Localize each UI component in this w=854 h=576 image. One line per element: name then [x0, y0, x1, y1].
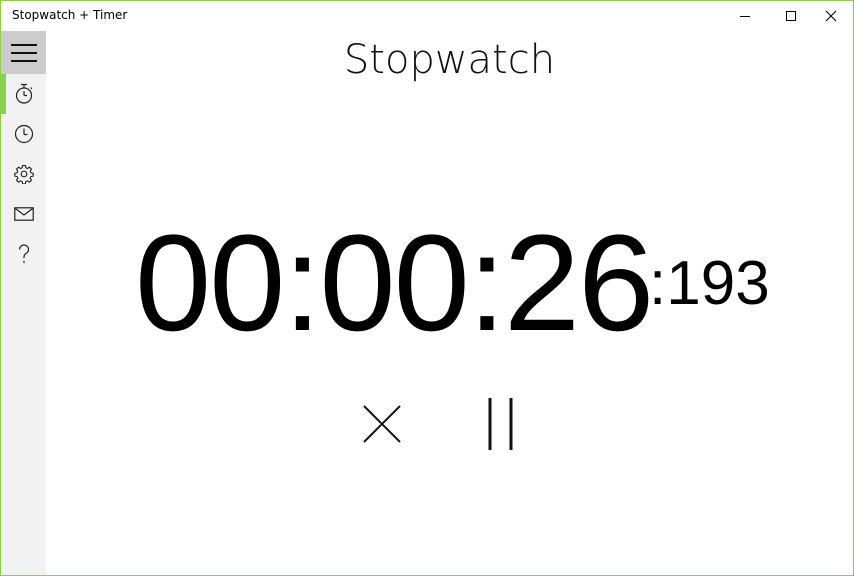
- question-mark-icon: [18, 244, 29, 263]
- sidebar-item-feedback[interactable]: [1, 194, 46, 234]
- minimize-button[interactable]: [722, 1, 768, 31]
- mail-icon: [13, 207, 34, 221]
- gear-icon: [13, 164, 34, 184]
- pause-button[interactable]: [475, 394, 527, 454]
- sidebar-item-stopwatch[interactable]: [1, 74, 46, 114]
- hamburger-menu-icon: [10, 43, 37, 62]
- elapsed-time: 00:00:26: [135, 207, 654, 360]
- page-title: Stopwatch: [343, 37, 556, 83]
- clock-icon: [14, 124, 33, 144]
- title-bar: Stopwatch + Timer: [1, 1, 853, 31]
- maximize-icon: [786, 11, 796, 21]
- reset-button[interactable]: [356, 398, 408, 450]
- stopwatch-icon: [15, 83, 32, 104]
- sidebar-item-timer[interactable]: [1, 114, 46, 154]
- pause-icon: [488, 398, 513, 450]
- minimize-icon: [740, 16, 750, 17]
- sidebar: [1, 31, 46, 575]
- window-title: Stopwatch + Timer: [12, 8, 128, 22]
- sidebar-item-help[interactable]: [1, 234, 46, 274]
- app-window: Stopwatch + Timer Stopwatch 00:00:26:19…: [0, 0, 854, 576]
- elapsed-milliseconds: :193: [649, 249, 770, 318]
- close-icon: [825, 10, 837, 22]
- sidebar-item-settings[interactable]: [1, 154, 46, 194]
- reset-x-icon: [363, 405, 401, 443]
- hamburger-menu-button[interactable]: [1, 31, 46, 74]
- page-title-container: Stopwatch: [46, 37, 853, 83]
- close-button[interactable]: [808, 1, 853, 31]
